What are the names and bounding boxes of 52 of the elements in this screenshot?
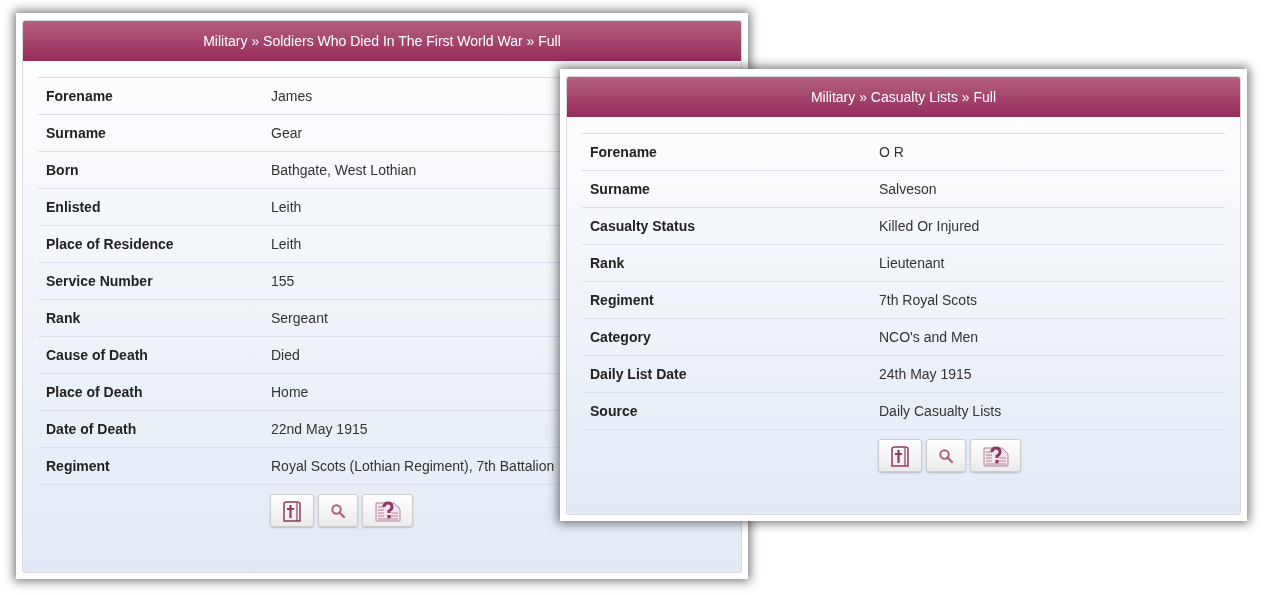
field-label: Rank	[590, 255, 625, 271]
field-value: Bathgate, West Lothian	[271, 162, 417, 178]
field-value: 7th Royal Scots	[879, 292, 978, 308]
breadcrumb-title: Military » Casualty Lists » Full	[810, 89, 997, 105]
field-value: Salveson	[879, 181, 937, 197]
document-question-icon	[373, 499, 402, 522]
field-label: Daily List Date	[590, 366, 687, 382]
field-label: Enlisted	[46, 199, 101, 215]
field-value: 22nd May 1915	[271, 421, 368, 437]
field-value: Sergeant	[271, 310, 328, 326]
field-label: Date of Death	[46, 421, 137, 437]
field-label: Surname	[46, 125, 106, 141]
field-label: Regiment	[590, 292, 654, 308]
field-label: Regiment	[46, 458, 110, 474]
field-value: Royal Scots (Lothian Regiment), 7th Battalion	[271, 458, 555, 474]
search-icon	[330, 502, 346, 519]
field-value: Home	[271, 384, 309, 400]
field-value: 155	[271, 273, 295, 289]
field-value: NCO's and Men	[879, 329, 979, 345]
query-button[interactable]	[970, 439, 1021, 472]
field-label: Source	[590, 403, 638, 419]
field-label: Place of Residence	[46, 236, 174, 252]
field-label: Category	[590, 329, 651, 345]
query-button[interactable]	[362, 494, 413, 527]
field-value: James	[271, 88, 313, 104]
field-label: Cause of Death	[46, 347, 148, 363]
field-label: Service Number	[46, 273, 153, 289]
field-label: Surname	[590, 181, 650, 197]
field-value: O R	[879, 144, 904, 160]
field-value: Daily Casualty Lists	[879, 403, 1002, 419]
field-label: Forename	[46, 88, 113, 104]
bible-button[interactable]	[270, 494, 314, 527]
field-value: Gear	[271, 125, 303, 141]
book-cross-icon	[281, 499, 303, 522]
field-label: Rank	[46, 310, 81, 326]
breadcrumb-title: Military » Soldiers Who Died In The First World War » Full	[203, 33, 561, 49]
field-value: 24th May 1915	[879, 366, 972, 382]
field-label: Place of Death	[46, 384, 143, 400]
search-icon	[938, 447, 954, 464]
field-value: Died	[271, 347, 300, 363]
search-button[interactable]	[318, 494, 358, 527]
field-value: Killed Or Injured	[879, 218, 980, 234]
book-cross-icon	[889, 444, 911, 467]
bible-button[interactable]	[878, 439, 922, 472]
field-value: Leith	[271, 236, 302, 252]
field-label: Casualty Status	[590, 218, 696, 234]
field-value: Lieutenant	[879, 255, 945, 271]
document-question-icon	[981, 444, 1010, 467]
field-label: Forename	[590, 144, 657, 160]
field-label: Born	[46, 162, 79, 178]
search-button[interactable]	[926, 439, 966, 472]
field-value: Leith	[271, 199, 302, 215]
